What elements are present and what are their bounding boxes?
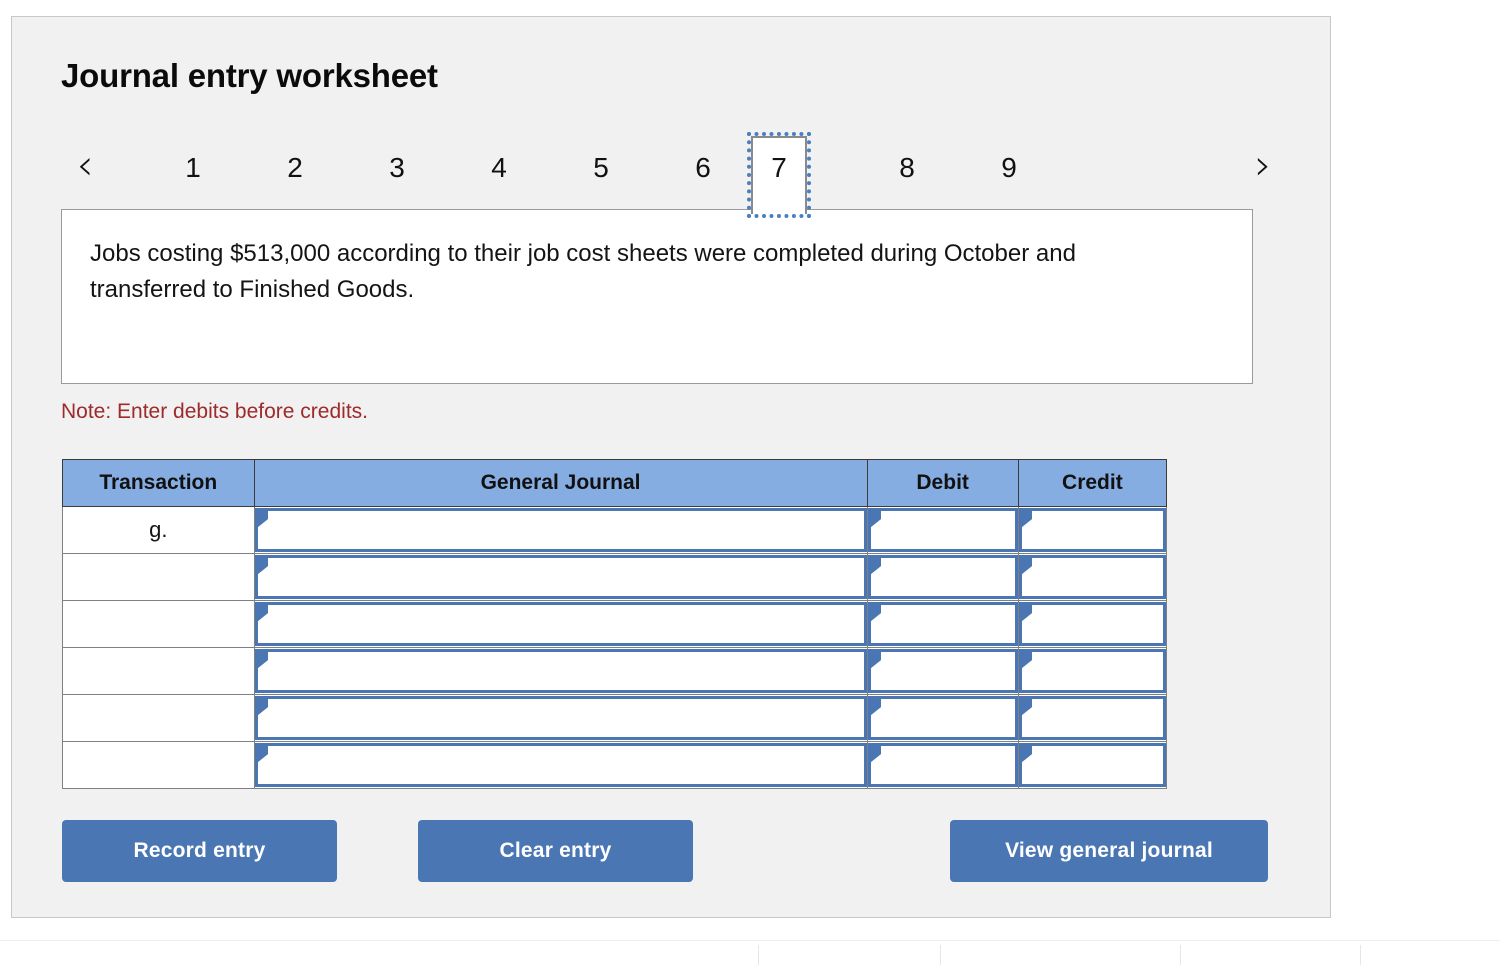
- debit-cell: [866, 741, 1019, 789]
- footer-divider: [1360, 945, 1361, 965]
- general-journal-cell: [253, 694, 868, 742]
- tab-5[interactable]: 5: [573, 142, 629, 194]
- account-name-input[interactable]: [254, 649, 867, 693]
- footer-divider: [940, 945, 941, 965]
- transaction-label-cell: [62, 741, 255, 789]
- debit-input[interactable]: [867, 649, 1018, 693]
- tab-2[interactable]: 2: [267, 142, 323, 194]
- table-row: [62, 647, 1168, 695]
- account-name-input[interactable]: [254, 602, 867, 646]
- debit-cell: [866, 600, 1019, 648]
- dropdown-arrow-icon: [870, 511, 881, 527]
- record-entry-button[interactable]: Record entry: [62, 820, 337, 882]
- credit-cell: [1017, 741, 1168, 789]
- credit-input[interactable]: [1018, 649, 1166, 693]
- general-journal-cell: [253, 741, 868, 789]
- page-title: Journal entry worksheet: [61, 57, 438, 94]
- table-row: [62, 694, 1168, 742]
- column-header-debit: Debit: [866, 459, 1019, 507]
- transaction-label-cell: [62, 553, 255, 601]
- transaction-label-cell: [62, 647, 255, 695]
- tab-3[interactable]: 3: [369, 142, 425, 194]
- tab-1[interactable]: 1: [165, 142, 221, 194]
- debit-input[interactable]: [867, 555, 1018, 599]
- table-row: [62, 600, 1168, 648]
- dropdown-arrow-icon: [1021, 746, 1032, 762]
- credit-cell: [1017, 506, 1168, 554]
- debit-input[interactable]: [867, 743, 1018, 787]
- column-header-transaction: Transaction: [62, 459, 255, 507]
- footer-divider: [1180, 945, 1181, 965]
- credit-cell: [1017, 647, 1168, 695]
- journal-entry-table: Transaction General Journal Debit Credit…: [62, 459, 1168, 789]
- credit-input[interactable]: [1018, 743, 1166, 787]
- footer-divider: [758, 945, 759, 965]
- credit-input[interactable]: [1018, 508, 1166, 552]
- page-footer-strip: [0, 940, 1500, 965]
- debit-cell: [866, 553, 1019, 601]
- debit-input[interactable]: [867, 602, 1018, 646]
- tab-8[interactable]: 8: [879, 142, 935, 194]
- account-name-input[interactable]: [254, 696, 867, 740]
- view-general-journal-button[interactable]: View general journal: [950, 820, 1268, 882]
- dropdown-arrow-icon: [257, 699, 268, 715]
- debit-cell: [866, 506, 1019, 554]
- table-row: [62, 741, 1168, 789]
- dropdown-arrow-icon: [870, 558, 881, 574]
- dropdown-arrow-icon: [1021, 699, 1032, 715]
- account-name-input[interactable]: [254, 555, 867, 599]
- column-header-general-journal: General Journal: [253, 459, 868, 507]
- table-row: [62, 553, 1168, 601]
- dropdown-arrow-icon: [257, 652, 268, 668]
- credit-cell: [1017, 600, 1168, 648]
- dropdown-arrow-icon: [1021, 558, 1032, 574]
- transaction-label-cell: [62, 694, 255, 742]
- dropdown-arrow-icon: [257, 605, 268, 621]
- dropdown-arrow-icon: [870, 746, 881, 762]
- dropdown-arrow-icon: [1021, 652, 1032, 668]
- debit-input[interactable]: [867, 508, 1018, 552]
- transaction-label-cell: g.: [62, 506, 255, 554]
- clear-entry-button[interactable]: Clear entry: [418, 820, 693, 882]
- dropdown-arrow-icon: [257, 511, 268, 527]
- general-journal-cell: [253, 553, 868, 601]
- credit-input[interactable]: [1018, 696, 1166, 740]
- column-header-credit: Credit: [1017, 459, 1168, 507]
- debit-cell: [866, 647, 1019, 695]
- chevron-left-icon[interactable]: ‹: [65, 139, 105, 191]
- table-row: g.: [62, 506, 1168, 554]
- credit-cell: [1017, 553, 1168, 601]
- chevron-right-icon[interactable]: ›: [1243, 139, 1283, 191]
- dropdown-arrow-icon: [257, 746, 268, 762]
- dropdown-arrow-icon: [870, 699, 881, 715]
- dropdown-arrow-icon: [1021, 605, 1032, 621]
- dropdown-arrow-icon: [870, 605, 881, 621]
- account-name-input[interactable]: [254, 743, 867, 787]
- tab-9[interactable]: 9: [981, 142, 1037, 194]
- dropdown-arrow-icon: [1021, 511, 1032, 527]
- general-journal-cell: [253, 600, 868, 648]
- table-header-row: Transaction General Journal Debit Credit: [62, 459, 1168, 507]
- account-name-input[interactable]: [254, 508, 867, 552]
- credit-cell: [1017, 694, 1168, 742]
- transaction-description-text: Jobs costing $513,000 according to their…: [90, 240, 1076, 303]
- debit-input[interactable]: [867, 696, 1018, 740]
- debit-cell: [866, 694, 1019, 742]
- debits-before-credits-note: Note: Enter debits before credits.: [61, 400, 368, 423]
- worksheet-tabstrip: ‹ 1 2 3 4 5 6 7 8 9 ›: [61, 132, 1283, 218]
- credit-input[interactable]: [1018, 602, 1166, 646]
- tab-7[interactable]: 7: [747, 132, 811, 218]
- dropdown-arrow-icon: [870, 652, 881, 668]
- general-journal-cell: [253, 647, 868, 695]
- transaction-label-cell: [62, 600, 255, 648]
- journal-entry-worksheet-panel: Journal entry worksheet ‹ 1 2 3 4 5 6 7 …: [11, 16, 1331, 918]
- general-journal-cell: [253, 506, 868, 554]
- tab-4[interactable]: 4: [471, 142, 527, 194]
- dropdown-arrow-icon: [257, 558, 268, 574]
- credit-input[interactable]: [1018, 555, 1166, 599]
- tab-6[interactable]: 6: [675, 142, 731, 194]
- transaction-description-box: Jobs costing $513,000 according to their…: [61, 209, 1253, 384]
